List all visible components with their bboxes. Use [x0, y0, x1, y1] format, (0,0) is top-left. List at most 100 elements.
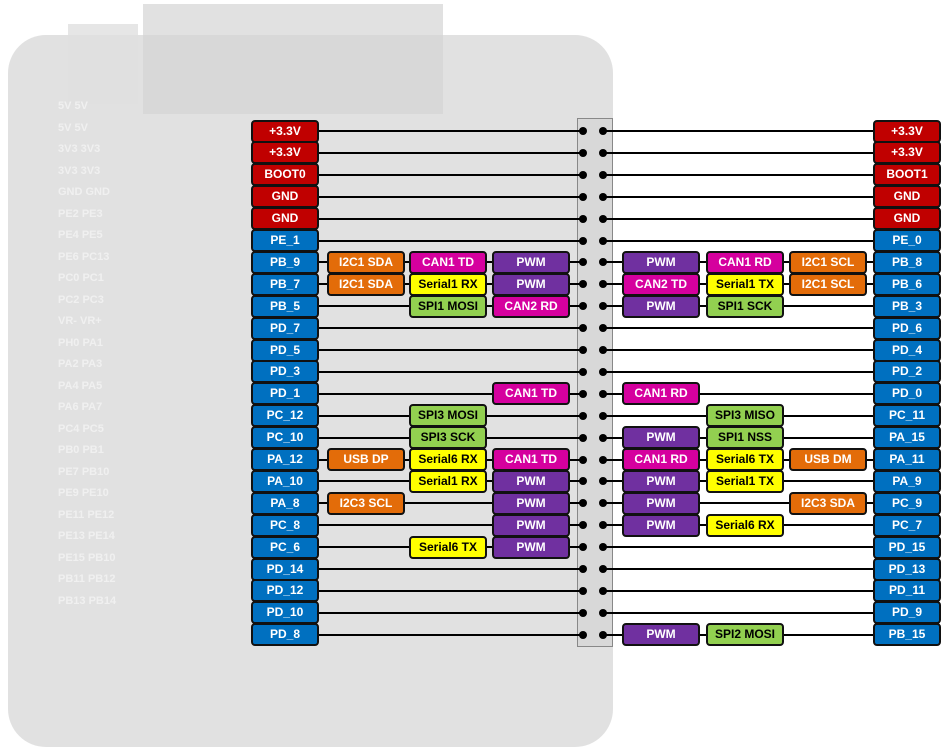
function-badge: SPI1 NSS	[706, 426, 784, 450]
pin-label-pd-9: PD_9	[873, 601, 941, 625]
pin-wire	[603, 239, 873, 242]
pin-label-pc-8: PC_8	[251, 513, 319, 537]
silkscreen-label: PE7 PB10	[58, 465, 110, 478]
pin-label-pa-10: PA_10	[251, 469, 319, 493]
silkscreen-label: GND GND	[58, 186, 110, 198]
function-badge: PWM	[622, 513, 700, 537]
silkscreen-label: PC4 PC5	[58, 422, 104, 435]
function-badge: PWM	[622, 491, 700, 515]
function-badge: PWM	[492, 535, 570, 559]
function-badge: CAN1 TD	[409, 250, 487, 274]
pin-wire	[315, 327, 583, 330]
header-pin-dot	[579, 192, 587, 201]
header-pin-dot	[599, 565, 607, 573]
pin-wire	[315, 589, 583, 592]
pin-wire	[603, 611, 873, 614]
pin-label-boot1: BOOT1	[873, 163, 941, 187]
pin-wire	[603, 151, 873, 154]
header-pin-dot	[579, 170, 587, 179]
pin-label--3-3v: +3.3V	[873, 141, 941, 165]
pin-label-pd-6: PD_6	[873, 316, 941, 340]
header-pin-dot	[579, 455, 587, 464]
pin-label-gnd: GND	[251, 185, 319, 209]
function-badge: CAN1 RD	[622, 448, 700, 471]
silkscreen-label: PA6 PA7	[58, 401, 103, 413]
function-badge: SPI3 SCK	[409, 426, 487, 450]
pin-label-pe-0: PE_0	[873, 229, 941, 252]
function-badge: Serial6 RX	[706, 513, 784, 537]
function-badge: PWM	[492, 250, 570, 274]
header-pin-dot	[599, 586, 607, 595]
function-badge: I2C1 SCL	[789, 272, 867, 296]
pin-label-pc-11: PC_11	[873, 404, 941, 428]
usb-connector	[68, 24, 138, 104]
header-pin-dot	[599, 192, 607, 201]
function-badge: Serial6 RX	[409, 448, 487, 471]
pin-label--3-3v: +3.3V	[251, 141, 319, 165]
silkscreen-label: PE6 PC13	[58, 250, 110, 263]
pin-label-pa-12: PA_12	[251, 448, 319, 471]
pin-label-pd-7: PD_7	[251, 316, 319, 340]
pin-label-pb-8: PB_8	[873, 250, 941, 274]
function-badge: I2C1 SCL	[789, 250, 867, 274]
function-badge: I2C1 SDA	[327, 250, 405, 274]
function-badge: CAN2 RD	[492, 294, 570, 318]
function-badge: PWM	[622, 426, 700, 450]
pin-label-pb-15: PB_15	[873, 623, 941, 647]
pin-label-pd-11: PD_11	[873, 579, 941, 603]
function-badge: SPI2 MOSI	[706, 623, 784, 647]
pin-wire	[603, 546, 873, 549]
pin-label-pd-1: PD_1	[251, 382, 319, 406]
function-badge: Serial1 RX	[409, 272, 487, 296]
function-badge: PWM	[492, 272, 570, 296]
header-pin-dot	[599, 367, 607, 376]
header-pin-dot	[579, 608, 587, 617]
function-badge: PWM	[622, 469, 700, 493]
header-pin-dot	[599, 630, 607, 639]
header-pin-dot	[599, 455, 607, 464]
pin-wire	[315, 611, 583, 614]
function-badge: Serial1 RX	[409, 469, 487, 493]
header-pin-dot	[599, 170, 607, 179]
function-badge: CAN1 TD	[492, 448, 570, 471]
pin-wire	[315, 633, 583, 636]
silkscreen-label: 5V 5V	[58, 100, 88, 112]
header-pin-dot	[599, 148, 607, 157]
function-badge: SPI3 MOSI	[409, 404, 487, 428]
header-pin-dot	[579, 433, 587, 442]
function-badge: PWM	[492, 469, 570, 493]
silkscreen-label: PA2 PA3	[58, 358, 103, 370]
pin-label-gnd: GND	[251, 207, 319, 231]
header-pin-dot	[579, 586, 587, 595]
pin-label-pd-5: PD_5	[251, 338, 319, 362]
silkscreen-label: PC0 PC1	[58, 272, 104, 284]
silkscreen-label: 3V3 3V3	[58, 143, 101, 155]
header-pin-dot	[599, 411, 607, 420]
silkscreen-label: PE15 PB10	[58, 551, 116, 564]
function-badge: CAN2 TD	[622, 272, 700, 296]
pin-wire	[603, 195, 873, 198]
header-pin-dot	[579, 127, 587, 135]
silkscreen-label: 3V3 3V3	[58, 164, 101, 177]
function-badge: SPI1 MOSI	[409, 294, 487, 318]
pin-wire	[603, 327, 873, 330]
pin-label-pd-4: PD_4	[873, 338, 941, 362]
silkscreen-label: PB11 PB12	[58, 573, 116, 585]
header-pin-dot	[579, 411, 587, 420]
pin-label-pc-9: PC_9	[873, 491, 941, 515]
pin-label-pe-1: PE_1	[251, 229, 319, 252]
pin-wire	[315, 568, 583, 570]
pin-label-gnd: GND	[873, 207, 941, 231]
pin-label-pb-6: PB_6	[873, 272, 941, 296]
function-badge: CAN1 RD	[622, 382, 700, 406]
header-pin-dot	[579, 565, 587, 573]
pin-label-pb-7: PB_7	[251, 272, 319, 296]
pin-label-pc-6: PC_6	[251, 535, 319, 559]
function-badge: CAN1 RD	[706, 250, 784, 274]
pin-label-pd-8: PD_8	[251, 623, 319, 647]
silkscreen-label: PE4 PE5	[58, 229, 103, 241]
silkscreen-label: PE11 PE12	[58, 508, 115, 521]
function-badge: Serial6 TX	[409, 535, 487, 559]
header-pin-dot	[579, 346, 587, 354]
pin-label-gnd: GND	[873, 185, 941, 209]
